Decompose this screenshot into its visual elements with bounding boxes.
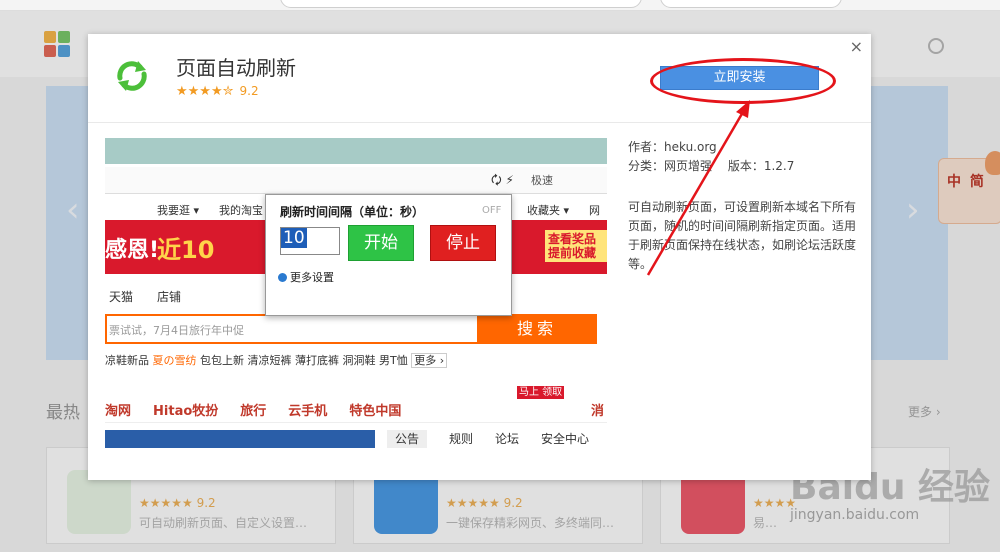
annotation-arrow bbox=[646, 100, 750, 276]
